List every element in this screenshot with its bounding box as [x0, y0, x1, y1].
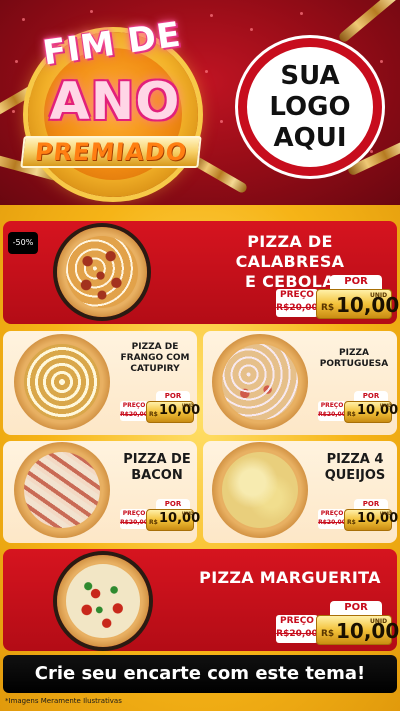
logo-text-2: LOGO: [269, 91, 351, 122]
price-tag: POR PREÇO R$20,00 R$ 10,00 UNID: [318, 499, 398, 533]
logo-placeholder[interactable]: SUA LOGO AQUI: [238, 38, 382, 176]
title-line-3: PREMIADO: [20, 136, 202, 168]
ribbon: [191, 155, 249, 195]
product-name: PIZZA DE FRANGO COM CATUPIRY: [120, 342, 190, 374]
cta-banner[interactable]: Crie seu encarte com este tema!: [3, 655, 397, 693]
title-line-2: ANO: [49, 72, 181, 132]
product-name: PIZZA DE BACON: [123, 452, 191, 483]
disclaimer: *Imagens Meramente Ilustrativas: [5, 697, 122, 705]
logo-text-1: SUA: [280, 60, 340, 91]
price-tag: POR PREÇO R$20,00 R$ 10,00 UNID: [276, 601, 400, 645]
price-tag: POR PREÇO R$20,00 R$ 10,00 UNID: [120, 499, 200, 533]
price-tag: POR PREÇO R$20,00 R$ 10,00 UNID: [318, 391, 398, 425]
flyer: FIM DE ANO PREMIADO SUA LOGO AQUI -50% P…: [0, 0, 400, 711]
price-tag: POR PREÇO R$20,00 R$ 10,00 UNID: [276, 275, 400, 319]
discount-badge: -50%: [8, 232, 38, 254]
pizza-image-marguerita: [57, 555, 149, 647]
pizza-image-bacon: [14, 442, 110, 538]
pizza-image-calabresa: [57, 227, 147, 317]
pizza-image-frango: [14, 334, 110, 430]
pizza-image-4-queijos: [212, 442, 308, 538]
pizza-image-portuguesa: [212, 334, 308, 430]
price-tag: POR PREÇO R$20,00 R$ 10,00 UNID: [120, 391, 200, 425]
ribbon: [337, 0, 400, 44]
logo-text-3: AQUI: [273, 122, 347, 153]
product-name: PIZZA PORTUGUESA: [319, 348, 389, 369]
product-name: PIZZA MARGUERITA: [199, 568, 381, 587]
header-banner: FIM DE ANO PREMIADO SUA LOGO AQUI: [0, 0, 400, 205]
product-name: PIZZA 4 QUEIJOS: [324, 452, 386, 483]
